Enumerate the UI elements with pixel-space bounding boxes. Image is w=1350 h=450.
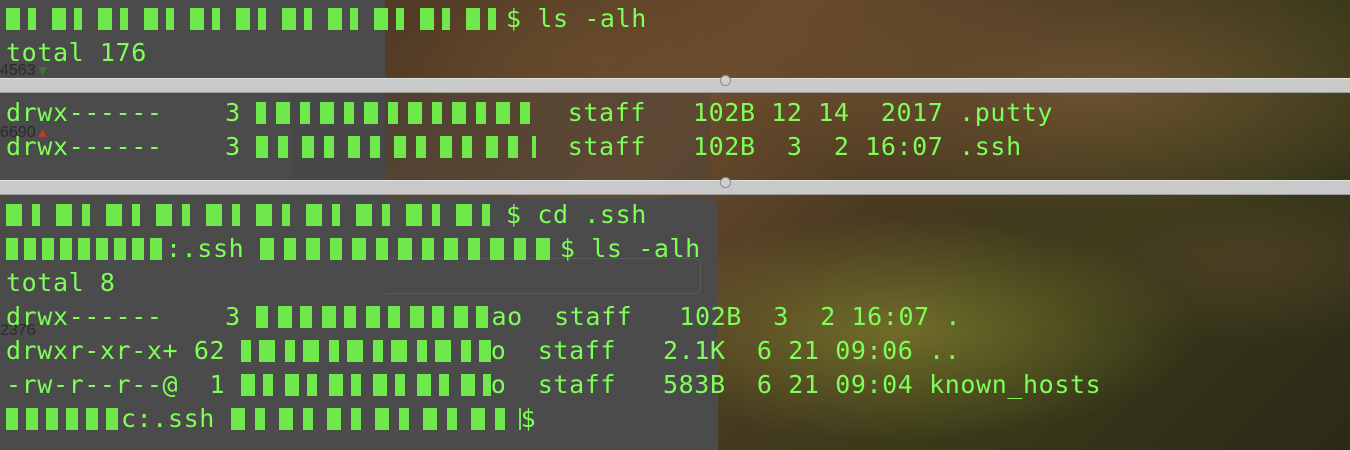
terminal-listing-row: -rw-r--r--@ 1 o staff 583B 6 21 09:04 kn… [6, 370, 1102, 399]
terminal-total-line: total 176 [6, 38, 147, 67]
redacted-prompt [6, 8, 506, 30]
redacted-user [259, 238, 560, 260]
terminal-listing-row: drwx------ 3 staff 102B 12 14 2017 .putt… [6, 98, 1054, 127]
splitter-handle[interactable] [720, 75, 731, 86]
pane-splitter[interactable] [0, 75, 1350, 93]
pane-splitter[interactable] [0, 177, 1350, 195]
terminal-total-line: total 8 [6, 268, 116, 297]
terminal-listing-row: drwx------ 3 ao staff 102B 3 2 16:07 . [6, 302, 962, 331]
redacted-owner [256, 136, 537, 158]
redacted-owner [256, 306, 492, 328]
terminal-prompt-line: $ cd .ssh [6, 198, 647, 232]
terminal-listing-row: drwx------ 3 staff 102B 3 2 16:07 .ssh [6, 132, 1022, 161]
redacted-user [230, 408, 521, 430]
terminal-prompt-line: $ ls -alh [6, 2, 647, 36]
redacted-prompt [6, 204, 506, 226]
redacted-host [6, 238, 166, 260]
splitter-handle[interactable] [720, 177, 731, 188]
redacted-owner [256, 102, 537, 124]
redacted-host [6, 408, 121, 430]
terminal-prompt-line: c:.ssh $ [6, 402, 536, 436]
terminal-prompt-line: :.ssh $ ls -alh [6, 232, 701, 266]
redacted-owner [240, 340, 491, 362]
terminal-listing-row: drwxr-xr-x+ 62 o staff 2.1K 6 21 09:06 .… [6, 336, 961, 365]
redacted-owner [240, 374, 491, 396]
